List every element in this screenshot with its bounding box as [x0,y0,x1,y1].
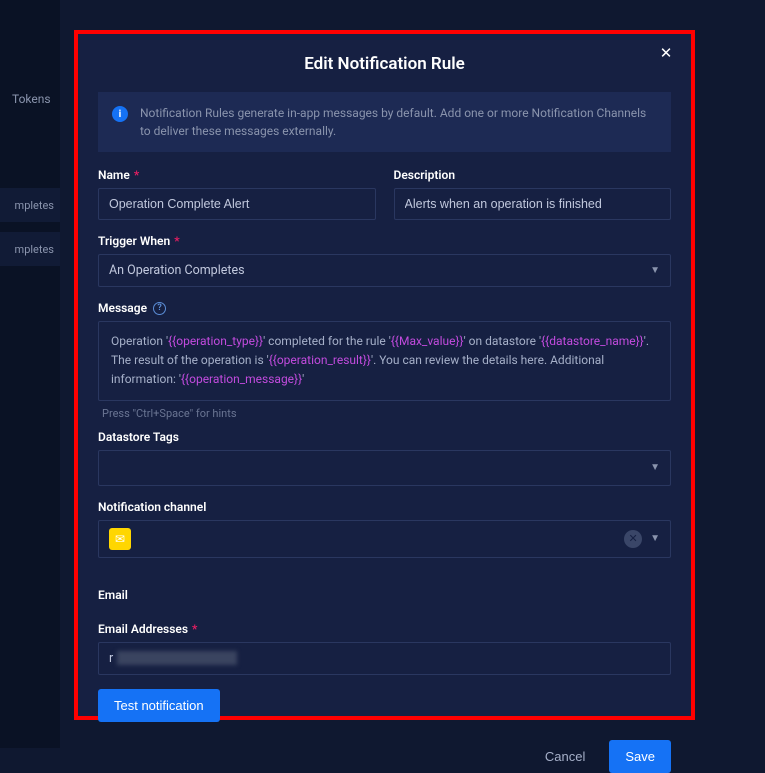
cancel-button[interactable]: Cancel [529,740,601,773]
message-field: Message ? Operation '{{operation_type}}'… [98,301,671,430]
test-button-row: Test notification [98,689,671,722]
email-addresses-label: Email Addresses * [98,622,671,636]
info-banner: i Notification Rules generate in-app mes… [98,92,671,152]
email-section-label: Email [98,588,671,602]
redacted-email: hidden [117,651,237,665]
datastore-tags-label: Datastore Tags [98,430,671,444]
chevron-down-icon: ▼ [650,265,660,276]
background-tokens-label: Tokens [12,92,51,106]
channel-actions: ✕ ▼ [624,530,660,548]
notification-channel-field: Notification channel ✉ ✕ ▼ [98,500,671,558]
info-banner-text: Notification Rules generate in-app messa… [140,104,657,140]
trigger-when-select[interactable]: An Operation Completes ▼ [98,254,671,287]
message-input[interactable]: Operation '{{operation_type}}' completed… [98,321,671,401]
description-label-text: Description [394,168,456,182]
background-sidebar [0,0,60,748]
email-input-text: r [109,651,113,666]
modal-body: ✕ Edit Notification Rule i Notification … [78,34,691,716]
close-button[interactable]: ✕ [655,42,677,64]
trigger-when-label-text: Trigger When [98,234,170,248]
name-label-text: Name [98,168,130,182]
msg-txt: ' [302,372,304,386]
msg-token-datastore-name: {{datastore_name}} [541,334,644,348]
description-input[interactable] [394,188,672,220]
modal-footer-actions: Cancel Save [98,722,671,773]
trigger-when-field: Trigger When * An Operation Completes ▼ [98,234,671,287]
msg-token-operation-result: {{operation_result}} [269,353,371,367]
trigger-when-value: An Operation Completes [109,263,245,278]
msg-token-max-value: {{Max_value}} [391,334,464,348]
email-addresses-field: Email Addresses * rhidden [98,622,671,675]
msg-token-operation-message: {{operation_message}} [181,372,302,386]
background-row-2: mpletes [0,232,60,266]
required-asterisk: * [134,168,139,182]
clear-channel-button[interactable]: ✕ [624,530,642,548]
close-icon: ✕ [660,44,673,62]
chevron-down-icon: ▼ [650,462,660,473]
notification-channel-label: Notification channel [98,500,671,514]
description-field: Description [394,168,672,220]
modal-container: ✕ Edit Notification Rule i Notification … [74,30,695,720]
email-addresses-label-text: Email Addresses [98,622,188,636]
message-label-text: Message [98,301,147,315]
msg-txt: Operation ' [111,334,168,348]
message-hint: Press "Ctrl+Space" for hints [98,407,671,420]
name-label: Name * [98,168,376,182]
name-input[interactable] [98,188,376,220]
chevron-down-icon: ▼ [650,533,660,544]
background-row-1: mpletes [0,188,60,222]
description-label: Description [394,168,672,182]
datastore-tags-field: Datastore Tags ▼ [98,430,671,486]
datastore-tags-select[interactable]: ▼ [98,450,671,486]
envelope-icon: ✉ [115,532,125,546]
notification-channel-label-text: Notification channel [98,500,206,514]
info-icon: i [112,106,128,122]
trigger-when-label: Trigger When * [98,234,671,248]
name-description-row: Name * Description [98,168,671,220]
required-asterisk: * [192,622,197,636]
required-asterisk: * [174,234,179,248]
msg-txt: ' completed for the rule ' [263,334,391,348]
msg-txt: ' on datastore ' [464,334,542,348]
email-channel-chip[interactable]: ✉ [109,528,131,550]
name-field: Name * [98,168,376,220]
datastore-tags-label-text: Datastore Tags [98,430,179,444]
close-icon: ✕ [628,532,637,545]
notification-channel-select[interactable]: ✉ ✕ ▼ [98,520,671,558]
email-addresses-input[interactable]: rhidden [98,642,671,675]
email-label-text: Email [98,588,128,602]
test-notification-button[interactable]: Test notification [98,689,220,722]
save-button[interactable]: Save [609,740,671,773]
msg-token-operation-type: {{operation_type}} [168,334,263,348]
help-icon[interactable]: ? [153,302,166,315]
message-label: Message ? [98,301,671,315]
modal-title: Edit Notification Rule [98,54,671,74]
